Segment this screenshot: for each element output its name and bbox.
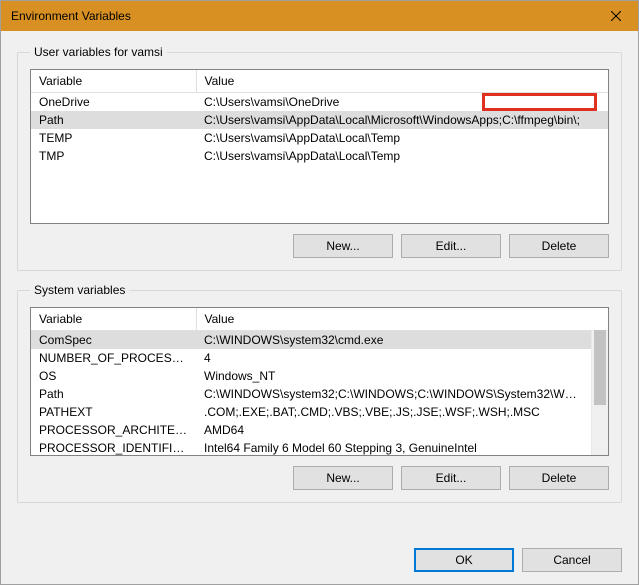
var-name: Path — [31, 111, 196, 129]
table-row[interactable]: OneDrive C:\Users\vamsi\OneDrive — [31, 93, 608, 112]
table-row[interactable]: PATHEXT .COM;.EXE;.BAT;.CMD;.VBS;.VBE;.J… — [31, 403, 591, 421]
var-value: 4 — [196, 349, 591, 367]
edit-button[interactable]: Edit... — [401, 234, 501, 258]
close-button[interactable] — [593, 1, 638, 31]
scrollbar[interactable] — [591, 330, 608, 455]
var-name: TEMP — [31, 129, 196, 147]
sys-vars-buttons: New... Edit... Delete — [30, 466, 609, 490]
user-vars-legend: User variables for vamsi — [30, 45, 167, 59]
table-row[interactable]: OS Windows_NT — [31, 367, 591, 385]
var-name: PROCESSOR_IDENTIFIER — [31, 439, 196, 456]
ok-button[interactable]: OK — [414, 548, 514, 572]
var-name: OS — [31, 367, 196, 385]
col-header-value[interactable]: Value — [196, 308, 591, 331]
var-value: C:\Users\vamsi\AppData\Local\Microsoft\W… — [196, 111, 608, 129]
var-name: ComSpec — [31, 331, 196, 350]
table-header-row: Variable Value — [31, 70, 608, 93]
window-title: Environment Variables — [11, 9, 131, 23]
col-header-value[interactable]: Value — [196, 70, 608, 93]
col-header-variable[interactable]: Variable — [31, 308, 196, 331]
var-value: Windows_NT — [196, 367, 591, 385]
scrollbar-thumb[interactable] — [594, 330, 606, 405]
cancel-button[interactable]: Cancel — [522, 548, 622, 572]
table-row[interactable]: Path C:\Users\vamsi\AppData\Local\Micros… — [31, 111, 608, 129]
dialog-buttons: OK Cancel — [1, 548, 638, 584]
delete-button[interactable]: Delete — [509, 466, 609, 490]
dialog-content: User variables for vamsi Variable Value … — [1, 31, 638, 548]
user-vars-table[interactable]: Variable Value OneDrive C:\Users\vamsi\O… — [31, 70, 608, 165]
var-name: OneDrive — [31, 93, 196, 112]
table-row[interactable]: NUMBER_OF_PROCESSORS 4 — [31, 349, 591, 367]
var-name: NUMBER_OF_PROCESSORS — [31, 349, 196, 367]
var-name: TMP — [31, 147, 196, 165]
var-name: Path — [31, 385, 196, 403]
system-variables-group: System variables Variable Value ComSpec … — [17, 283, 622, 503]
new-button[interactable]: New... — [293, 466, 393, 490]
table-row[interactable]: ComSpec C:\WINDOWS\system32\cmd.exe — [31, 331, 591, 350]
table-row[interactable]: PROCESSOR_ARCHITECTURE AMD64 — [31, 421, 591, 439]
close-icon — [611, 11, 621, 21]
delete-button[interactable]: Delete — [509, 234, 609, 258]
var-name: PATHEXT — [31, 403, 196, 421]
var-value: AMD64 — [196, 421, 591, 439]
sys-vars-table[interactable]: Variable Value ComSpec C:\WINDOWS\system… — [31, 308, 591, 456]
var-value: C:\Users\vamsi\OneDrive — [196, 93, 608, 112]
table-row[interactable]: PROCESSOR_IDENTIFIER Intel64 Family 6 Mo… — [31, 439, 591, 456]
var-value: C:\Users\vamsi\AppData\Local\Temp — [196, 129, 608, 147]
sys-vars-legend: System variables — [30, 283, 129, 297]
table-row[interactable]: TEMP C:\Users\vamsi\AppData\Local\Temp — [31, 129, 608, 147]
env-vars-window: Environment Variables User variables for… — [0, 0, 639, 585]
edit-button[interactable]: Edit... — [401, 466, 501, 490]
var-value: C:\Users\vamsi\AppData\Local\Temp — [196, 147, 608, 165]
var-value: C:\WINDOWS\system32;C:\WINDOWS;C:\WINDOW… — [196, 385, 591, 403]
user-vars-table-wrap: Variable Value OneDrive C:\Users\vamsi\O… — [30, 69, 609, 224]
table-row[interactable]: TMP C:\Users\vamsi\AppData\Local\Temp — [31, 147, 608, 165]
user-variables-group: User variables for vamsi Variable Value … — [17, 45, 622, 271]
var-value: Intel64 Family 6 Model 60 Stepping 3, Ge… — [196, 439, 591, 456]
col-header-variable[interactable]: Variable — [31, 70, 196, 93]
var-value: .COM;.EXE;.BAT;.CMD;.VBS;.VBE;.JS;.JSE;.… — [196, 403, 591, 421]
user-vars-buttons: New... Edit... Delete — [30, 234, 609, 258]
sys-vars-table-wrap: Variable Value ComSpec C:\WINDOWS\system… — [30, 307, 609, 456]
var-name: PROCESSOR_ARCHITECTURE — [31, 421, 196, 439]
new-button[interactable]: New... — [293, 234, 393, 258]
titlebar[interactable]: Environment Variables — [1, 1, 638, 31]
table-header-row: Variable Value — [31, 308, 591, 331]
var-value: C:\WINDOWS\system32\cmd.exe — [196, 331, 591, 350]
table-row[interactable]: Path C:\WINDOWS\system32;C:\WINDOWS;C:\W… — [31, 385, 591, 403]
